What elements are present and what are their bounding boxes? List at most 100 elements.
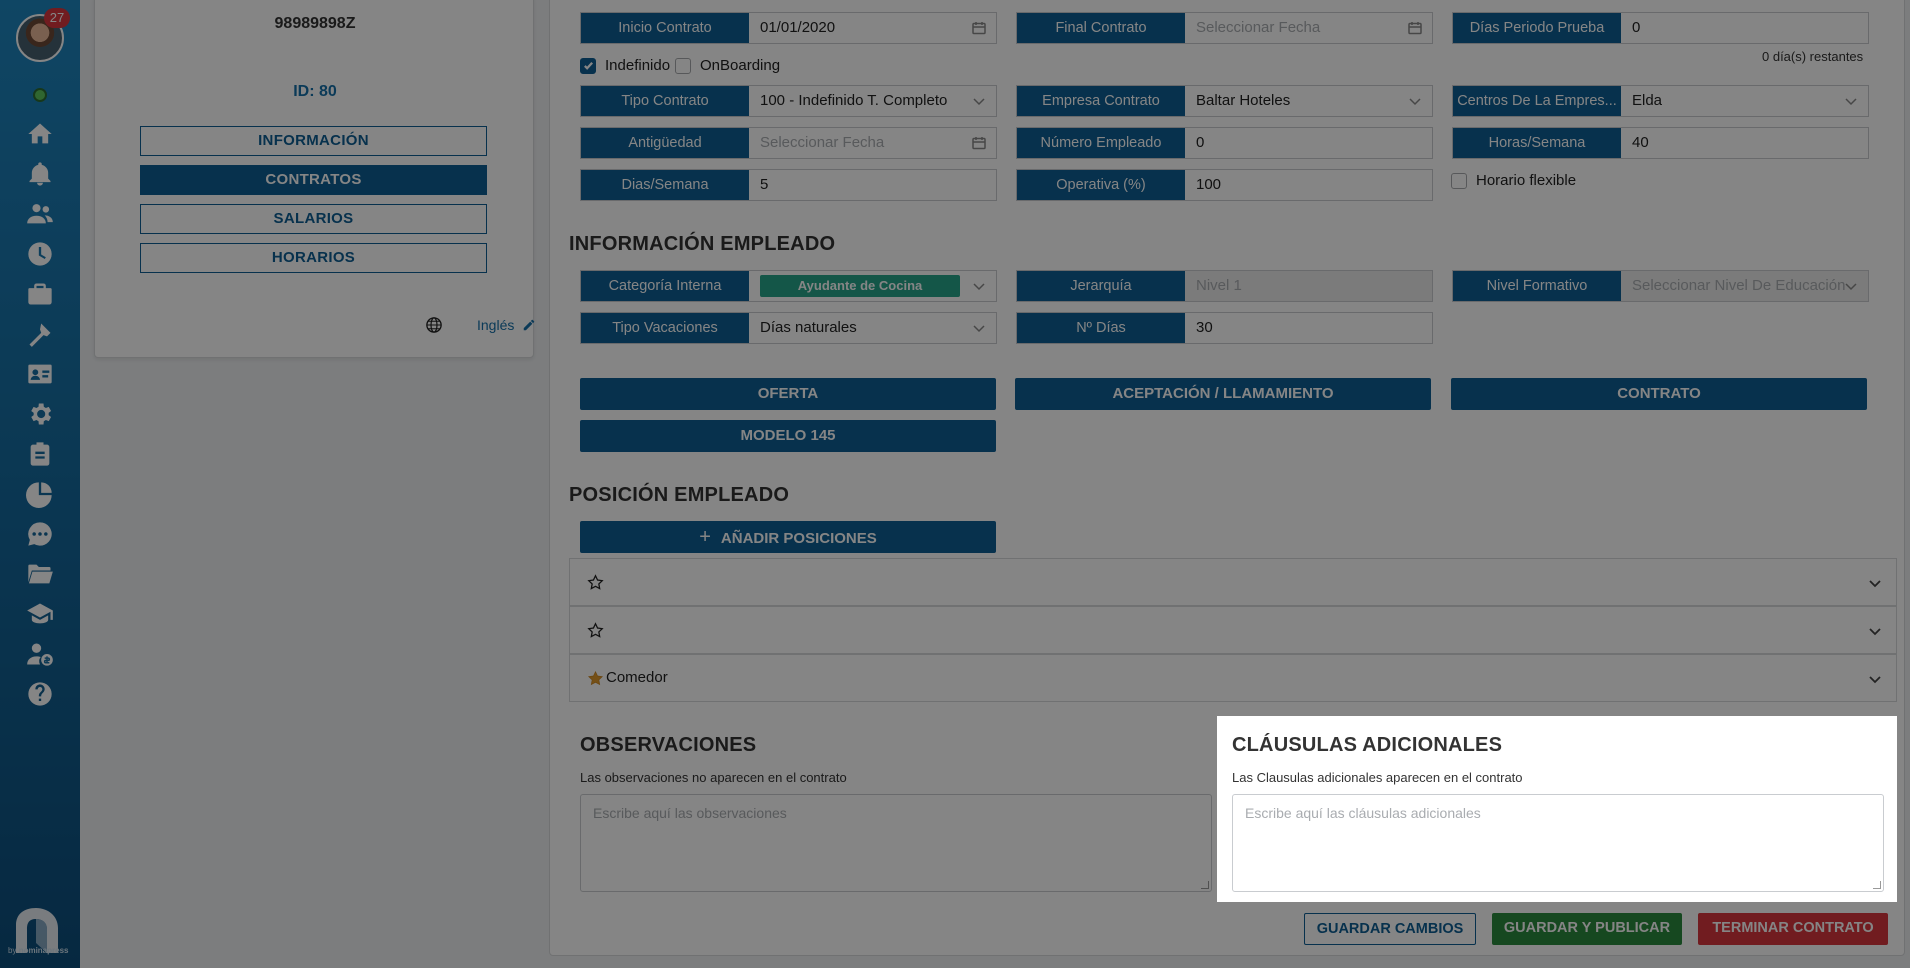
dias-restantes-text: 0 día(s) restantes xyxy=(1762,49,1864,64)
add-positions-button[interactable]: + AÑADIR POSICIONES xyxy=(580,521,996,553)
add-positions-label: AÑADIR POSICIONES xyxy=(720,530,877,547)
star-outline-icon[interactable] xyxy=(587,574,604,591)
oferta-button[interactable]: OFERTA xyxy=(580,378,996,410)
calendar-icon[interactable] xyxy=(972,136,986,150)
chevron-down-icon[interactable] xyxy=(1868,672,1882,686)
chevron-down-icon[interactable] xyxy=(1868,624,1882,638)
categoria-interna-label: Categoría Interna xyxy=(581,271,749,301)
chevron-down-icon[interactable] xyxy=(972,94,986,108)
position-item[interactable] xyxy=(569,558,1897,606)
tab-salarios[interactable]: SALARIOS xyxy=(140,204,487,234)
language-selector[interactable]: Inglés xyxy=(425,316,536,334)
tipo-vacaciones-select[interactable]: Tipo Vacaciones Días naturales xyxy=(580,312,997,344)
empresa-contrato-select[interactable]: Empresa Contrato Baltar Hoteles xyxy=(1016,85,1433,117)
horas-semana-field[interactable]: Horas/Semana 40 xyxy=(1452,127,1869,159)
operativa-field[interactable]: Operativa (%) 100 xyxy=(1016,169,1433,201)
user-money-icon[interactable] xyxy=(24,638,56,670)
tools-icon[interactable] xyxy=(24,318,56,350)
employee-id: ID: 80 xyxy=(293,83,337,100)
bell-icon[interactable] xyxy=(24,158,56,190)
categoria-interna-select[interactable]: Categoría Interna Ayudante de Cocina xyxy=(580,270,997,302)
chevron-down-icon[interactable] xyxy=(1868,576,1882,590)
chevron-down-icon[interactable] xyxy=(1844,94,1858,108)
onboarding-checkbox[interactable]: OnBoarding xyxy=(675,57,780,74)
indefinido-checkbox[interactable]: Indefinido xyxy=(580,57,670,74)
tab-informacion[interactable]: INFORMACIÓN xyxy=(140,126,487,156)
horario-flexible-check-box[interactable] xyxy=(1451,172,1467,189)
position-item[interactable] xyxy=(569,606,1897,654)
clipboard-icon[interactable] xyxy=(24,438,56,470)
dias-semana-field[interactable]: Dias/Semana 5 xyxy=(580,169,997,201)
dias-periodo-prueba-value[interactable]: 0 xyxy=(1621,13,1868,43)
chevron-down-icon[interactable] xyxy=(972,279,986,293)
tab-horarios[interactable]: HORARIOS xyxy=(140,243,487,273)
gear-icon[interactable] xyxy=(24,398,56,430)
empresa-contrato-value[interactable]: Baltar Hoteles xyxy=(1185,86,1432,116)
home-icon[interactable] xyxy=(24,118,56,150)
antiguedad-value[interactable]: Seleccionar Fecha xyxy=(749,128,996,158)
id-card-icon[interactable] xyxy=(24,358,56,390)
nivel-formativo-select[interactable]: Nivel Formativo Seleccionar Nivel De Edu… xyxy=(1452,270,1869,302)
chevron-down-icon[interactable] xyxy=(972,321,986,335)
resize-handle[interactable] xyxy=(1201,881,1209,889)
modelo-145-button[interactable]: MODELO 145 xyxy=(580,420,996,452)
chat-icon[interactable] xyxy=(24,518,56,550)
star-outline-icon[interactable] xyxy=(587,622,604,639)
folder-icon[interactable] xyxy=(24,558,56,590)
antiguedad-field[interactable]: Antigüedad Seleccionar Fecha xyxy=(580,127,997,159)
observaciones-textarea[interactable]: Escribe aquí las observaciones xyxy=(580,794,1212,892)
edit-pencil-icon[interactable] xyxy=(522,318,536,332)
inicio-contrato-value[interactable]: 01/01/2020 xyxy=(749,13,996,43)
employee-profile-card: 98989898Z ID: 80 INFORMACIÓN CONTRATOS S… xyxy=(94,0,536,358)
calendar-icon[interactable] xyxy=(1408,21,1422,35)
notification-count-badge[interactable]: 27 xyxy=(44,8,70,28)
star-filled-icon[interactable] xyxy=(587,670,604,687)
resize-handle[interactable] xyxy=(1873,881,1881,889)
clausulas-textarea[interactable]: Escribe aquí las cláusulas adicionales xyxy=(1232,794,1884,892)
operativa-value[interactable]: 100 xyxy=(1185,170,1432,200)
dias-periodo-prueba-label: Días Periodo Prueba xyxy=(1453,13,1621,43)
final-contrato-value[interactable]: Seleccionar Fecha xyxy=(1185,13,1432,43)
users-icon[interactable] xyxy=(24,198,56,230)
numero-empleado-value[interactable]: 0 xyxy=(1185,128,1432,158)
terminar-contrato-button[interactable]: TERMINAR CONTRATO xyxy=(1698,913,1888,945)
empresa-contrato-label: Empresa Contrato xyxy=(1017,86,1185,116)
dias-semana-value[interactable]: 5 xyxy=(749,170,996,200)
tipo-contrato-select[interactable]: Tipo Contrato 100 - Indefinido T. Comple… xyxy=(580,85,997,117)
briefcase-icon[interactable] xyxy=(24,278,56,310)
guardar-y-publicar-button[interactable]: GUARDAR Y PUBLICAR xyxy=(1492,913,1682,945)
contrato-button[interactable]: CONTRATO xyxy=(1451,378,1867,410)
inicio-contrato-label: Inicio Contrato xyxy=(581,13,749,43)
nivel-formativo-value[interactable]: Seleccionar Nivel De Educación xyxy=(1621,271,1868,301)
pie-chart-icon[interactable] xyxy=(24,478,56,510)
position-item[interactable]: Comedor xyxy=(569,654,1897,702)
categoria-interna-value[interactable]: Ayudante de Cocina xyxy=(749,271,996,301)
graduation-cap-icon[interactable] xyxy=(24,598,56,630)
final-contrato-field[interactable]: Final Contrato Seleccionar Fecha xyxy=(1016,12,1433,44)
tab-contratos[interactable]: CONTRATOS xyxy=(140,165,487,195)
indefinido-check-box[interactable] xyxy=(580,57,596,74)
dias-periodo-prueba-field[interactable]: Días Periodo Prueba 0 xyxy=(1452,12,1869,44)
clock-icon[interactable] xyxy=(24,238,56,270)
inicio-contrato-field[interactable]: Inicio Contrato 01/01/2020 xyxy=(580,12,997,44)
jerarquia-value: Nivel 1 xyxy=(1185,271,1432,301)
tipo-vacaciones-value[interactable]: Días naturales xyxy=(749,313,996,343)
globe-icon xyxy=(426,317,442,333)
horario-flexible-checkbox[interactable]: Horario flexible xyxy=(1451,172,1576,189)
chevron-down-icon[interactable] xyxy=(1408,94,1422,108)
tipo-contrato-value[interactable]: 100 - Indefinido T. Completo xyxy=(749,86,996,116)
chevron-down-icon[interactable] xyxy=(1844,279,1858,293)
help-icon[interactable] xyxy=(24,678,56,710)
onboarding-check-box[interactable] xyxy=(675,57,691,74)
sidebar: 27 by nominapress xyxy=(0,0,80,968)
employee-document-id: 98989898Z xyxy=(274,15,356,32)
n-dias-field[interactable]: Nº Días 30 xyxy=(1016,312,1433,344)
aceptacion-llamamiento-button[interactable]: ACEPTACIÓN / LLAMAMIENTO xyxy=(1015,378,1431,410)
numero-empleado-field[interactable]: Número Empleado 0 xyxy=(1016,127,1433,159)
n-dias-value[interactable]: 30 xyxy=(1185,313,1432,343)
horas-semana-value[interactable]: 40 xyxy=(1621,128,1868,158)
centros-empresa-value[interactable]: Elda xyxy=(1621,86,1868,116)
calendar-icon[interactable] xyxy=(972,21,986,35)
centros-empresa-select[interactable]: Centros De La Empres... Elda xyxy=(1452,85,1869,117)
guardar-cambios-button[interactable]: GUARDAR CAMBIOS xyxy=(1304,913,1476,945)
